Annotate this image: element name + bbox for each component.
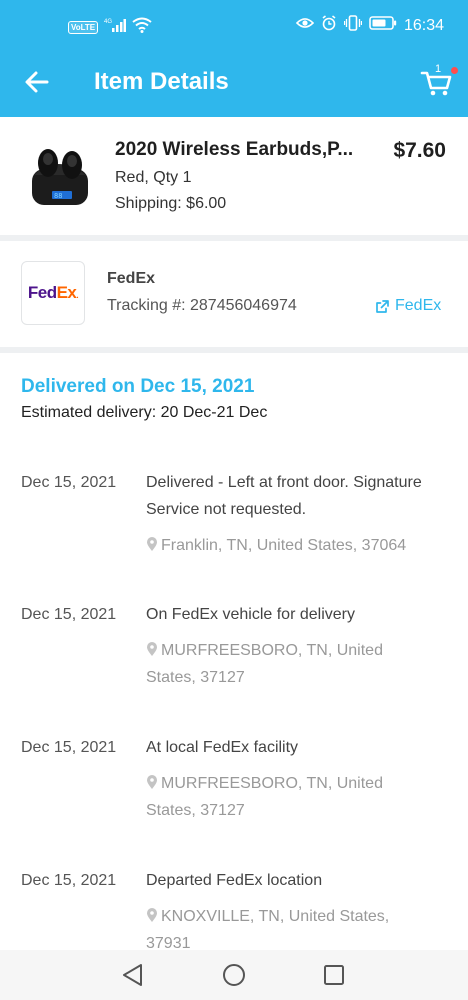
arrow-left-icon	[25, 71, 49, 93]
product-variant: Red, Qty 1	[115, 169, 192, 186]
tracking-number: Tracking #: 287456046974	[107, 297, 297, 314]
carrier-name: FedEx	[107, 270, 156, 287]
logo-fed: Fed	[27, 283, 57, 302]
signal-icon: 4G	[104, 17, 127, 38]
event-location: MURFREESBORO, TN, United States, 37127	[146, 770, 436, 824]
header: Item Details	[0, 52, 468, 117]
nav-home-button[interactable]	[221, 962, 247, 993]
event-description: At local FedEx facility	[146, 739, 299, 756]
location-pin-icon	[147, 775, 157, 789]
divider	[0, 347, 468, 353]
system-nav-bar	[0, 950, 468, 1000]
event-location-text: MURFREESBORO, TN, United States, 37127	[146, 775, 383, 819]
notification-dot	[451, 67, 458, 74]
page-title: Item Details	[94, 68, 229, 95]
event-location: MURFREESBORO, TN, United States, 37127	[146, 637, 436, 691]
status-right: 16:34	[295, 15, 444, 36]
carrier-card: FedEx. FedEx Tracking #: 287456046974 Fe…	[0, 241, 468, 347]
product-shipping: Shipping: $6.00	[115, 195, 227, 212]
product-card[interactable]: 88 2020 Wireless Earbuds,P... $7.60 Red,…	[0, 117, 468, 235]
network-type: 4G	[104, 19, 112, 25]
status-bar: VoLTE 4G 16:34	[0, 0, 468, 52]
carrier-link-label: FedEx	[395, 297, 442, 314]
volte-badge: VoLTE	[68, 21, 99, 34]
product-price: $7.60	[393, 139, 446, 162]
event-description: Departed FedEx location	[146, 872, 323, 889]
logo-ex: Ex	[56, 283, 77, 302]
event-description: Delivered - Left at front door. Signatur…	[146, 474, 422, 518]
clock: 16:34	[403, 16, 444, 34]
nav-recents-button[interactable]	[322, 963, 346, 992]
carrier-link[interactable]: FedEx	[375, 297, 441, 315]
nav-back-button[interactable]	[120, 962, 146, 993]
event-description: On FedEx vehicle for delivery	[146, 606, 355, 623]
location-pin-icon	[147, 908, 157, 922]
cart-count: 1	[435, 63, 442, 75]
back-button[interactable]	[22, 67, 52, 97]
product-image: 88	[26, 139, 92, 209]
location-pin-icon	[147, 537, 157, 551]
delivery-status: Delivered on Dec 15, 2021	[21, 376, 255, 397]
event-date: Dec 15, 2021	[21, 474, 117, 491]
event-location: KNOXVILLE, TN, United States, 37931	[146, 903, 436, 957]
location-pin-icon	[147, 642, 157, 656]
event-date: Dec 15, 2021	[21, 606, 117, 623]
vibrate-icon	[343, 15, 363, 36]
wifi-icon	[132, 17, 152, 38]
triangle-back-icon	[123, 964, 142, 986]
external-link-icon	[376, 299, 389, 313]
alarm-icon	[321, 15, 337, 36]
event-location-text: KNOXVILLE, TN, United States, 37931	[146, 908, 390, 952]
event-date: Dec 15, 2021	[21, 872, 117, 889]
app-bar: VoLTE 4G 16:34 Item Details 1	[0, 0, 468, 117]
event-location-text: MURFREESBORO, TN, United States, 37127	[146, 642, 383, 686]
estimated-delivery: Estimated delivery: 20 Dec-21 Dec	[21, 404, 268, 421]
eye-icon	[295, 16, 315, 35]
svg-text:88: 88	[54, 192, 62, 200]
status-left: VoLTE 4G	[68, 17, 152, 38]
event-location-text: Franklin, TN, United States, 37064	[161, 537, 407, 554]
square-recents-icon	[324, 965, 344, 985]
product-name: 2020 Wireless Earbuds,P...	[115, 139, 354, 160]
circle-home-icon	[223, 964, 245, 986]
fedex-logo: FedEx.	[21, 261, 85, 325]
event-date: Dec 15, 2021	[21, 739, 117, 756]
event-location: Franklin, TN, United States, 37064	[146, 532, 436, 559]
battery-icon	[369, 16, 397, 35]
